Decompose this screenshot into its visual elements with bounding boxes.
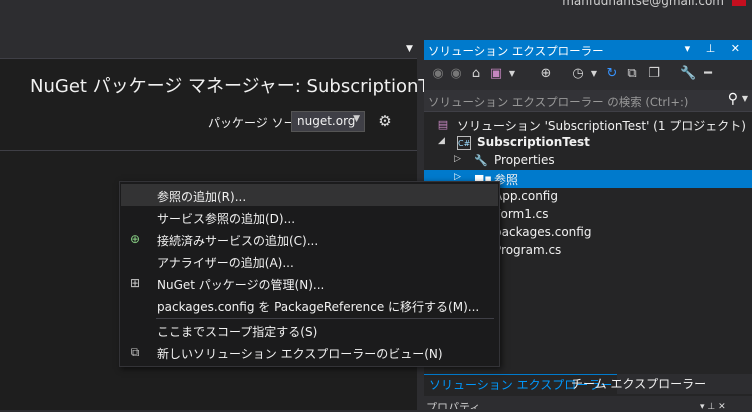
window-controls[interactable]: ▾ ⊥ ✕	[700, 402, 750, 412]
wrench-icon[interactable]: 🔧	[680, 66, 696, 82]
tree-item-label: App.config	[494, 189, 558, 203]
tree-item-label: SubscriptionTest	[477, 135, 590, 149]
page-title: NuGet パッケージ マネージャー: SubscriptionTest	[30, 76, 454, 97]
settings-button[interactable]: ⚙	[376, 112, 394, 130]
search-input[interactable]: ソリューション エクスプローラー の検索 (Ctrl+:)	[428, 94, 688, 110]
window-controls[interactable]: ▾ ⊥ ✕	[685, 42, 746, 55]
package-source-value: nuget.org	[297, 114, 356, 128]
gear-icon: ⚙	[378, 112, 392, 130]
dropdown-icon[interactable]: ▼	[586, 66, 602, 82]
menu-item-new-explorer-view[interactable]: ⧉ 新しいソリューション エクスプローラーのビュー(N)	[121, 341, 498, 363]
menu-item-add-reference[interactable]: 参照の追加(R)...	[121, 184, 498, 206]
context-menu: 参照の追加(R)... サービス参照の追加(D)... ⊕ 接続済みサービスの追…	[119, 181, 500, 367]
solution-explorer-titlebar[interactable]: ソリューション エクスプローラー ▾ ⊥ ✕	[424, 40, 752, 60]
tree-item-solution[interactable]: ▤ ソリューション 'SubscriptionTest' (1 プロジェクト)	[424, 116, 752, 134]
menu-item-scope-to-this[interactable]: ここまでスコープ指定する(S)	[121, 319, 498, 341]
tab-dropdown-icon[interactable]: ▼	[406, 44, 416, 54]
wrench-icon: 🔧	[474, 154, 488, 167]
solution-explorer-toolbar: ◉ ◉ ⌂ ▣ ▼ ⊕ ◷ ▼ ↻ ⧉ ❐ 🔧 ━	[424, 60, 752, 90]
chevron-down-icon[interactable]: ▼	[742, 94, 748, 103]
menu-item-label: アナライザーの追加(A)...	[157, 256, 294, 270]
tree-item-properties[interactable]: ▷ 🔧 Properties	[424, 152, 752, 170]
forward-icon[interactable]: ◉	[448, 66, 464, 82]
dropdown-icon[interactable]: ▼	[504, 66, 520, 82]
menu-item-add-analyzer[interactable]: アナライザーの追加(A)...	[121, 250, 498, 272]
tree-item-label: Form1.cs	[494, 207, 549, 221]
menu-item-label: 参照の追加(R)...	[157, 190, 247, 204]
sync-icon[interactable]: ⊕	[538, 66, 554, 82]
menu-item-label: ここまでスコープ指定する(S)	[157, 325, 318, 339]
refresh-icon[interactable]: ↻	[604, 66, 620, 82]
vs-icon[interactable]: ▣	[488, 66, 504, 82]
menu-item-label: 新しいソリューション エクスプローラーのビュー(N)	[157, 347, 443, 361]
tree-item-label: Program.cs	[494, 243, 562, 257]
menu-item-manage-nuget[interactable]: ⊞ NuGet パッケージの管理(N)...	[121, 272, 498, 294]
home-icon[interactable]: ⌂	[468, 66, 484, 82]
tree-item-label: ソリューション 'SubscriptionTest' (1 プロジェクト)	[457, 119, 746, 133]
menu-item-label: サービス参照の追加(D)...	[157, 212, 296, 226]
menu-item-label: packages.config を PackageReference に移行する…	[157, 300, 480, 314]
menu-item-add-connected-service[interactable]: ⊕ 接続済みサービスの追加(C)...	[121, 228, 498, 250]
tab-team-explorer[interactable]: チーム エクスプローラー	[566, 374, 711, 394]
tree-item-project[interactable]: ◢ C# SubscriptionTest	[424, 134, 752, 152]
solution-search[interactable]: ソリューション エクスプローラー の検索 (Ctrl+:) ⚲ ▼	[424, 90, 752, 112]
tree-item-label: Properties	[494, 153, 555, 167]
properties-title: プロパティ	[426, 401, 481, 409]
explorer-tabs: ソリューション エクスプローラー チーム エクスプローラー	[424, 374, 752, 395]
expanded-arrow-icon[interactable]: ◢	[438, 136, 445, 146]
history-icon[interactable]: ◷	[570, 66, 586, 82]
csharp-project-icon: C#	[457, 136, 471, 150]
menu-item-migrate-packages[interactable]: packages.config を PackageReference に移行する…	[121, 294, 498, 316]
collapsed-arrow-icon[interactable]: ▷	[454, 154, 461, 164]
solution-icon: ▤	[437, 118, 449, 131]
new-view-icon: ⧉	[130, 345, 140, 359]
menu-item-label: 接続済みサービスの追加(C)...	[157, 234, 319, 248]
connected-service-icon: ⊕	[129, 232, 141, 246]
menu-item-label: NuGet パッケージの管理(N)...	[157, 278, 325, 292]
copy-icon[interactable]: ❐	[646, 66, 662, 82]
menu-item-add-service-reference[interactable]: サービス参照の追加(D)...	[121, 206, 498, 228]
nuget-package-icon: ⊞	[129, 276, 141, 290]
solution-explorer-title: ソリューション エクスプローラー	[428, 44, 604, 58]
chevron-down-icon: ▼	[353, 114, 360, 124]
search-icon[interactable]: ⚲	[728, 91, 738, 107]
dash-icon[interactable]: ━	[700, 66, 716, 82]
avatar[interactable]	[732, 0, 746, 6]
account-email[interactable]: mahfudhantse@gmail.com	[562, 0, 724, 8]
tree-item-label: packages.config	[494, 225, 592, 239]
divider	[0, 150, 417, 151]
package-source-select[interactable]: nuget.org ▼	[291, 111, 365, 132]
collapse-icon[interactable]: ⧉	[624, 66, 640, 82]
back-icon[interactable]: ◉	[430, 66, 446, 82]
